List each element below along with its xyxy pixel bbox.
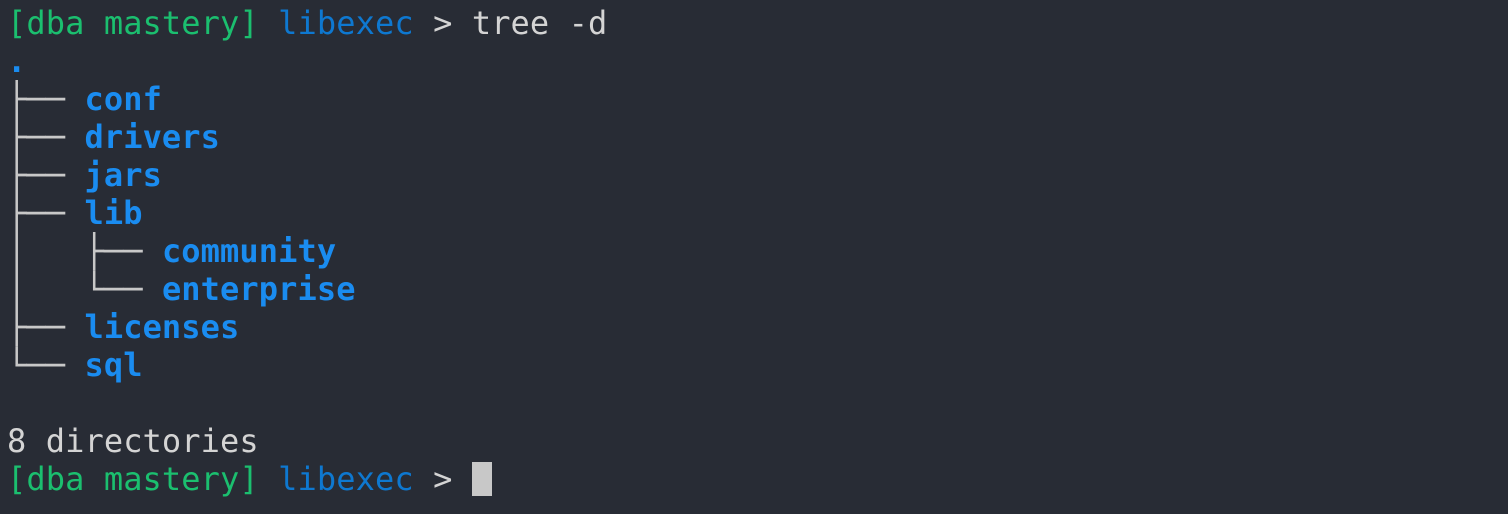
tree-branch: └── <box>7 346 85 384</box>
tree-row: │ ├── community <box>7 232 607 270</box>
summary-text: 8 directories <box>7 422 259 460</box>
directory-name: jars <box>84 156 162 194</box>
directory-name: enterprise <box>161 270 356 308</box>
tree-branch: ├── <box>7 156 85 194</box>
directory-name: drivers <box>84 118 221 156</box>
directory-name: licenses <box>84 308 240 346</box>
tree-root: . <box>7 42 27 80</box>
prompt-cwd: libexec <box>278 4 414 42</box>
directory-name: conf <box>84 80 162 118</box>
prompt-cwd: libexec <box>278 460 414 498</box>
tree-row: ├── licenses <box>7 308 607 346</box>
prompt-context: [dba mastery] <box>7 4 259 42</box>
tree-branch: ├── <box>7 118 85 156</box>
tree-branch: │ ├── <box>7 232 162 270</box>
directory-name: community <box>161 232 337 270</box>
tree-row: ├── jars <box>7 156 607 194</box>
tree-row: ├── conf <box>7 80 607 118</box>
prompt-symbol: > <box>433 4 453 42</box>
active-prompt-line[interactable]: [dba mastery] libexec > <box>7 460 607 498</box>
tree-row: ├── drivers <box>7 118 607 156</box>
tree-row: ├── lib <box>7 194 607 232</box>
prompt-context: [dba mastery] <box>7 460 259 498</box>
tree-row: └── sql <box>7 346 607 384</box>
tree-branch: │ └── <box>7 270 162 308</box>
text-cursor[interactable] <box>471 462 492 496</box>
tree-row: │ └── enterprise <box>7 270 607 308</box>
directory-name: sql <box>84 346 143 384</box>
directory-name: lib <box>84 194 143 232</box>
tree-branch: ├── <box>7 80 85 118</box>
tree-branch: ├── <box>7 308 85 346</box>
command-line: [dba mastery] libexec > tree -d <box>7 4 607 42</box>
tree-branch: ├── <box>7 194 85 232</box>
prompt-symbol: > <box>433 460 453 498</box>
terminal-output: [dba mastery] libexec > tree -d . ├── co… <box>7 4 607 498</box>
command-text: tree -d <box>471 4 608 42</box>
